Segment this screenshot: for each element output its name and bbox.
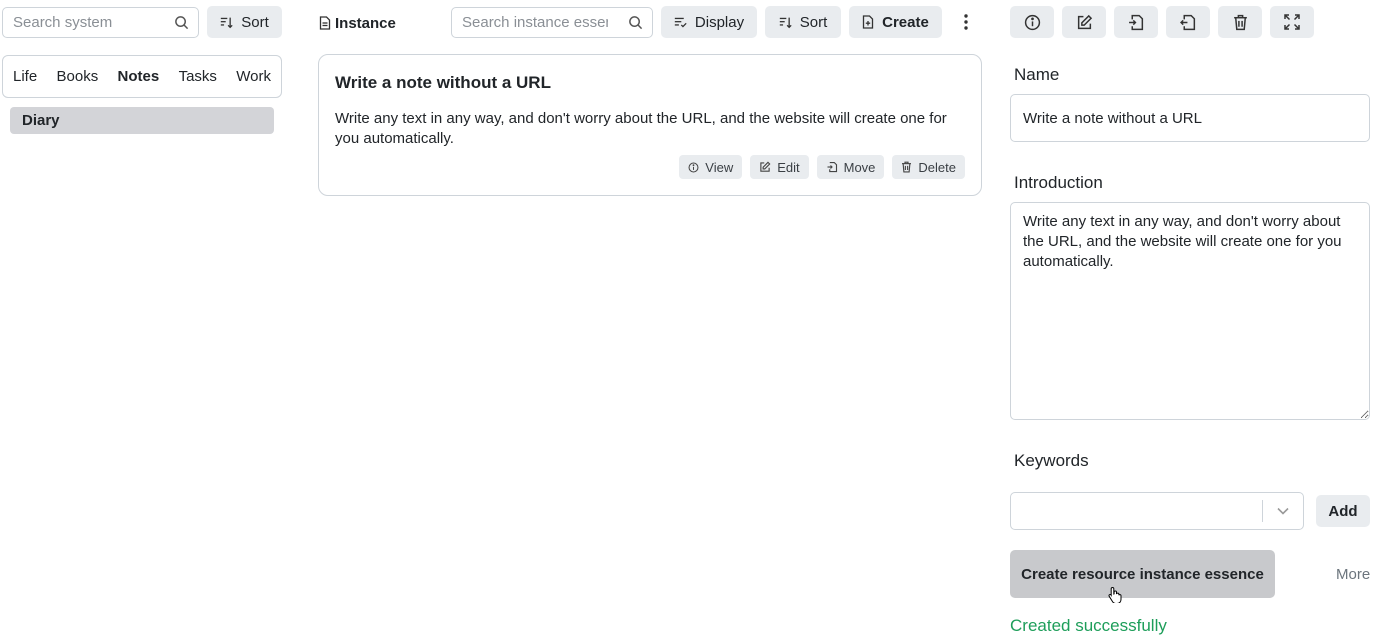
instance-card-actions: View Edit Move Delete [679,155,965,179]
move-icon [826,161,838,173]
delete-button[interactable]: Delete [892,155,965,179]
trash-icon [901,161,912,173]
move-label: Move [843,159,876,175]
file-import-icon [1128,14,1145,31]
system-search[interactable] [2,7,199,38]
import-button[interactable] [1114,6,1158,38]
edit-icon [1076,14,1093,31]
tab-tasks[interactable]: Tasks [179,68,217,85]
info-button[interactable] [1010,6,1054,38]
tab-books[interactable]: Books [57,68,99,85]
instance-card-text: Write any text in any way, and don't wor… [335,110,947,147]
category-tabs: Life Books Notes Tasks Work [2,55,282,98]
trash-icon [1233,14,1248,31]
delete-label: Delete [918,159,956,175]
view-button[interactable]: View [679,155,743,179]
fullscreen-button[interactable] [1270,6,1314,38]
system-search-input[interactable] [3,8,164,37]
hand-cursor-icon [1108,586,1122,603]
display-icon [674,16,687,29]
name-input[interactable] [1010,94,1370,142]
more-options-icon[interactable] [950,6,982,38]
move-button[interactable]: Move [816,155,885,179]
view-label: View [705,159,734,175]
sort-icon [220,16,233,29]
system-sort-label: Sort [241,13,269,31]
edit-icon [759,161,771,173]
tab-notes[interactable]: Notes [118,68,160,85]
tab-work[interactable]: Work [236,68,271,85]
edit-label: Edit [777,159,800,175]
status-message: Created successfully [1010,616,1167,635]
file-plus-icon [862,15,874,29]
delete-toolbar-button[interactable] [1218,6,1262,38]
search-icon[interactable] [618,15,652,30]
create-button[interactable]: Create [849,6,942,38]
tab-life[interactable]: Life [13,68,37,85]
edit-toolbar-button[interactable] [1062,6,1106,38]
info-icon [1024,14,1041,31]
edit-button[interactable]: Edit [750,155,809,179]
instance-sort-button[interactable]: Sort [765,6,841,38]
chevron-down-icon[interactable] [1263,507,1303,515]
detail-toolbar [1010,6,1314,38]
keywords-label: Keywords [1014,451,1089,470]
sort-icon [779,16,792,29]
create-label: Create [882,13,929,31]
instance-search[interactable] [451,7,653,38]
add-keyword-button[interactable]: Add [1316,495,1370,527]
fullscreen-icon [1284,14,1300,30]
more-link[interactable]: More [1336,566,1370,583]
system-sort-button[interactable]: Sort [207,6,282,38]
display-button[interactable]: Display [661,6,757,38]
file-icon [319,16,331,30]
instance-search-input[interactable] [452,8,618,37]
instance-sort-label: Sort [799,13,828,31]
instance-card[interactable]: Write a note without a URL Write any tex… [318,54,982,196]
file-export-icon [1179,14,1197,31]
search-icon[interactable] [164,15,198,30]
instance-card-title: Write a note without a URL [335,73,551,92]
keywords-select[interactable] [1010,492,1304,530]
instance-title: Instance [335,14,396,32]
info-icon [688,162,699,173]
export-button[interactable] [1166,6,1210,38]
introduction-textarea[interactable]: Write any text in any way, and don't wor… [1010,202,1370,420]
name-label: Name [1014,65,1060,84]
instance-heading: Instance [319,13,396,33]
display-label: Display [694,13,745,31]
sidebar-item-diary[interactable]: Diary [10,107,274,134]
create-resource-button[interactable]: Create resource instance essence [1010,550,1275,598]
introduction-label: Introduction [1014,173,1103,192]
